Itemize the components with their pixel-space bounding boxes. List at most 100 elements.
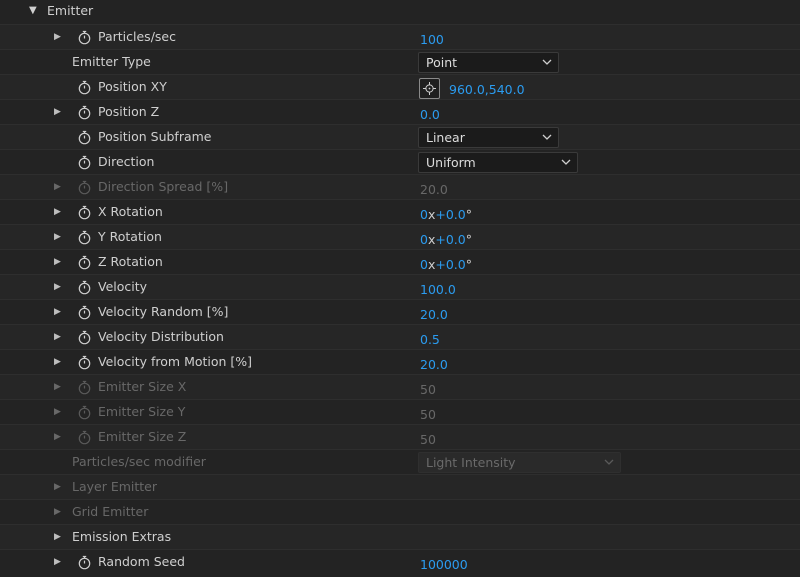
emitter-type-selected: Point [426,55,458,70]
row-emission-extras[interactable]: ▶ Emission Extras [0,525,800,550]
row-emitter-size-y: ▶ Emitter Size Y 50 [0,400,800,425]
emission-extras-label: Emission Extras [72,529,172,544]
emitter-group-label: Emitter [47,3,94,18]
position-xy-value[interactable]: 960.0,540.0 [449,82,525,98]
stopwatch-icon[interactable] [77,130,92,145]
triangle-right-icon[interactable]: ▶ [54,232,64,242]
row-particles-sec[interactable]: ▶ Particles/sec 100 [0,25,800,50]
row-particles-sec-modifier: Particles/sec modifier Light Intensity [0,450,800,475]
triangle-right-icon[interactable]: ▶ [54,557,64,567]
emitter-size-y-value: 50 [420,407,436,422]
triangle-right-icon[interactable]: ▶ [54,282,64,292]
stopwatch-icon[interactable] [77,155,92,170]
y-rotation-degrees[interactable]: +0.0 [435,232,465,247]
velocity-distribution-value[interactable]: 0.5 [420,332,440,348]
stopwatch-icon [77,430,92,445]
chevron-down-icon [561,158,571,168]
triangle-right-icon: ▶ [54,432,61,442]
x-rotation-degrees[interactable]: +0.0 [435,207,465,222]
triangle-right-icon: ▶ [54,382,61,392]
x-rotation-deg-sign: ° [465,207,472,222]
row-y-rotation[interactable]: ▶ Y Rotation 0x+0.0° [0,225,800,250]
triangle-right-icon: ▶ [54,482,61,492]
position-subframe-selected: Linear [426,130,465,145]
stopwatch-icon [77,380,92,395]
effect-controls-panel: ▼ Emitter ▶ Particles/sec 100 Emitter Ty… [0,0,800,577]
particles-sec-value[interactable]: 100 [420,32,444,48]
stopwatch-icon[interactable] [77,280,92,295]
emitter-size-y-label: Emitter Size Y [98,404,186,419]
row-velocity-random[interactable]: ▶ Velocity Random [%] 20.0 [0,300,800,325]
direction-dropdown[interactable]: Uniform [418,152,578,173]
row-emitter-size-z: ▶ Emitter Size Z 50 [0,425,800,450]
position-subframe-dropdown[interactable]: Linear [418,127,559,148]
particles-sec-modifier-label: Particles/sec modifier [72,454,206,469]
triangle-right-icon[interactable]: ▶ [54,307,64,317]
row-emitter-type: Emitter Type Point [0,50,800,75]
stopwatch-icon[interactable] [77,30,92,45]
triangle-right-icon[interactable]: ▶ [54,532,64,542]
z-rotation-value[interactable]: 0x+0.0° [420,257,472,273]
row-position-subframe: Position Subframe Linear [0,125,800,150]
grid-emitter-label: Grid Emitter [72,504,149,519]
position-z-label: Position Z [98,104,160,119]
stopwatch-icon[interactable] [77,330,92,345]
triangle-right-icon[interactable]: ▶ [54,207,64,217]
particles-sec-modifier-dropdown: Light Intensity [418,452,621,473]
random-seed-value[interactable]: 100000 [420,557,468,573]
row-x-rotation[interactable]: ▶ X Rotation 0x+0.0° [0,200,800,225]
crosshair-icon[interactable] [419,78,440,99]
z-rotation-turns[interactable]: 0 [420,257,428,272]
row-position-xy: Position XY 960.0,540.0 [0,75,800,100]
stopwatch-icon[interactable] [77,555,92,570]
velocity-value[interactable]: 100.0 [420,282,456,298]
direction-label: Direction [98,154,155,169]
y-rotation-turns[interactable]: 0 [420,232,428,247]
x-rotation-label: X Rotation [98,204,163,219]
position-xy-label: Position XY [98,79,167,94]
row-velocity-from-motion[interactable]: ▶ Velocity from Motion [%] 20.0 [0,350,800,375]
emitter-type-label: Emitter Type [72,54,151,69]
triangle-right-icon[interactable]: ▶ [54,32,64,42]
y-rotation-value[interactable]: 0x+0.0° [420,232,472,248]
row-emitter-size-x: ▶ Emitter Size X 50 [0,375,800,400]
direction-spread-label: Direction Spread [%] [98,179,229,194]
x-rotation-turns[interactable]: 0 [420,207,428,222]
triangle-down-icon[interactable]: ▼ [29,6,39,16]
chevron-down-icon [542,58,552,68]
velocity-from-motion-value[interactable]: 20.0 [420,357,448,373]
stopwatch-icon[interactable] [77,355,92,370]
row-position-z[interactable]: ▶ Position Z 0.0 [0,100,800,125]
particles-sec-label: Particles/sec [98,29,176,44]
stopwatch-icon[interactable] [77,230,92,245]
stopwatch-icon[interactable] [77,205,92,220]
triangle-right-icon: ▶ [54,507,61,517]
position-subframe-label: Position Subframe [98,129,212,144]
z-rotation-degrees[interactable]: +0.0 [435,257,465,272]
triangle-right-icon[interactable]: ▶ [54,107,64,117]
velocity-random-value[interactable]: 20.0 [420,307,448,323]
stopwatch-icon[interactable] [77,80,92,95]
row-z-rotation[interactable]: ▶ Z Rotation 0x+0.0° [0,250,800,275]
triangle-right-icon[interactable]: ▶ [54,257,64,267]
layer-emitter-label: Layer Emitter [72,479,158,494]
emitter-type-dropdown[interactable]: Point [418,52,559,73]
position-z-value[interactable]: 0.0 [420,107,440,123]
chevron-down-icon [542,133,552,143]
triangle-right-icon[interactable]: ▶ [54,357,64,367]
stopwatch-icon[interactable] [77,305,92,320]
triangle-right-icon[interactable]: ▶ [54,332,64,342]
stopwatch-icon[interactable] [77,255,92,270]
row-velocity[interactable]: ▶ Velocity 100.0 [0,275,800,300]
chevron-down-icon [604,458,614,468]
emitter-group-header[interactable]: ▼ Emitter [0,0,800,25]
particles-sec-modifier-selected: Light Intensity [426,455,516,470]
y-rotation-deg-sign: ° [465,232,472,247]
z-rotation-deg-sign: ° [465,257,472,272]
row-grid-emitter: ▶ Grid Emitter [0,500,800,525]
row-random-seed[interactable]: ▶ Random Seed 100000 [0,550,800,575]
velocity-random-label: Velocity Random [%] [98,304,229,319]
stopwatch-icon[interactable] [77,105,92,120]
x-rotation-value[interactable]: 0x+0.0° [420,207,472,223]
row-velocity-distribution[interactable]: ▶ Velocity Distribution 0.5 [0,325,800,350]
